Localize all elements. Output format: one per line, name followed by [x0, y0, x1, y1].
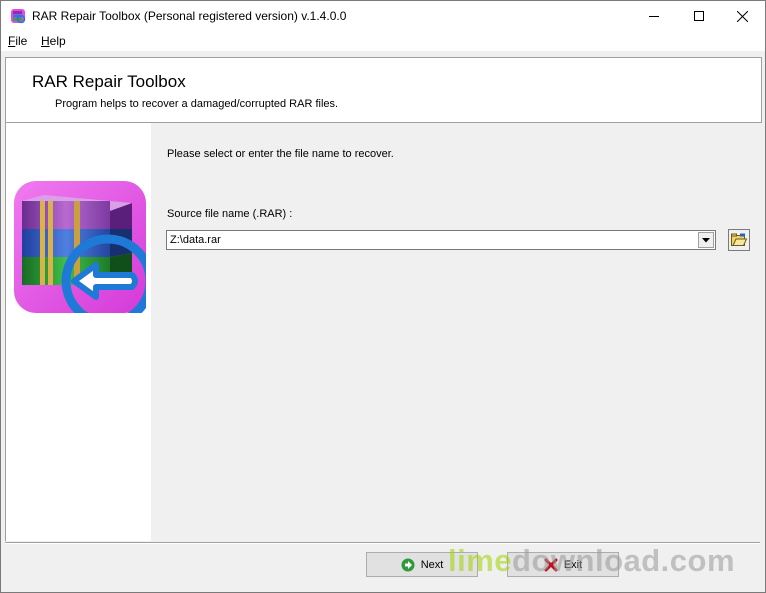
close-button[interactable]	[720, 1, 765, 31]
watermark-lime: lime	[448, 543, 513, 578]
title-bar[interactable]: RAR Repair Toolbox (Personal registered …	[1, 1, 765, 31]
side-illustration-panel	[5, 123, 152, 541]
window-title: RAR Repair Toolbox (Personal registered …	[32, 9, 347, 23]
watermark-domain: download.com	[512, 543, 736, 578]
rar-repair-app-icon	[11, 9, 26, 24]
menu-file[interactable]: File	[8, 34, 27, 48]
minimize-button[interactable]	[631, 1, 676, 31]
instruction-text: Please select or enter the file name to …	[167, 148, 394, 160]
menu-help-mnemonic: H	[41, 34, 50, 48]
menu-help[interactable]: Help	[41, 34, 66, 48]
browse-button[interactable]	[728, 229, 750, 251]
next-button-label: Next	[420, 558, 444, 571]
menu-help-label: elp	[49, 34, 66, 48]
source-file-value[interactable]: Z:\data.rar	[170, 234, 221, 246]
header-panel: RAR Repair Toolbox Program helps to reco…	[5, 57, 762, 123]
combobox-dropdown-button[interactable]	[698, 232, 714, 248]
watermark: limedownload.com	[448, 543, 735, 579]
chevron-down-icon	[702, 237, 710, 242]
source-file-label: Source file name (.RAR) :	[167, 208, 293, 220]
header-title: RAR Repair Toolbox	[32, 72, 186, 91]
header-subtitle: Program helps to recover a damaged/corru…	[55, 98, 339, 110]
maximize-button[interactable]	[676, 1, 721, 31]
menu-bar: File Help	[1, 31, 765, 52]
close-icon	[737, 10, 748, 22]
main-content: Please select or enter the file name to …	[151, 123, 760, 541]
menu-file-label: ile	[15, 34, 28, 48]
maximize-icon	[693, 11, 704, 21]
rar-repair-logo-icon	[14, 181, 146, 313]
app-window: RAR Repair Toolbox (Personal registered …	[0, 0, 766, 593]
minimize-icon	[648, 16, 659, 17]
open-folder-icon	[731, 233, 747, 246]
source-file-combobox[interactable]: Z:\data.rar	[166, 230, 716, 250]
green-arrow-right-icon	[401, 558, 415, 571]
